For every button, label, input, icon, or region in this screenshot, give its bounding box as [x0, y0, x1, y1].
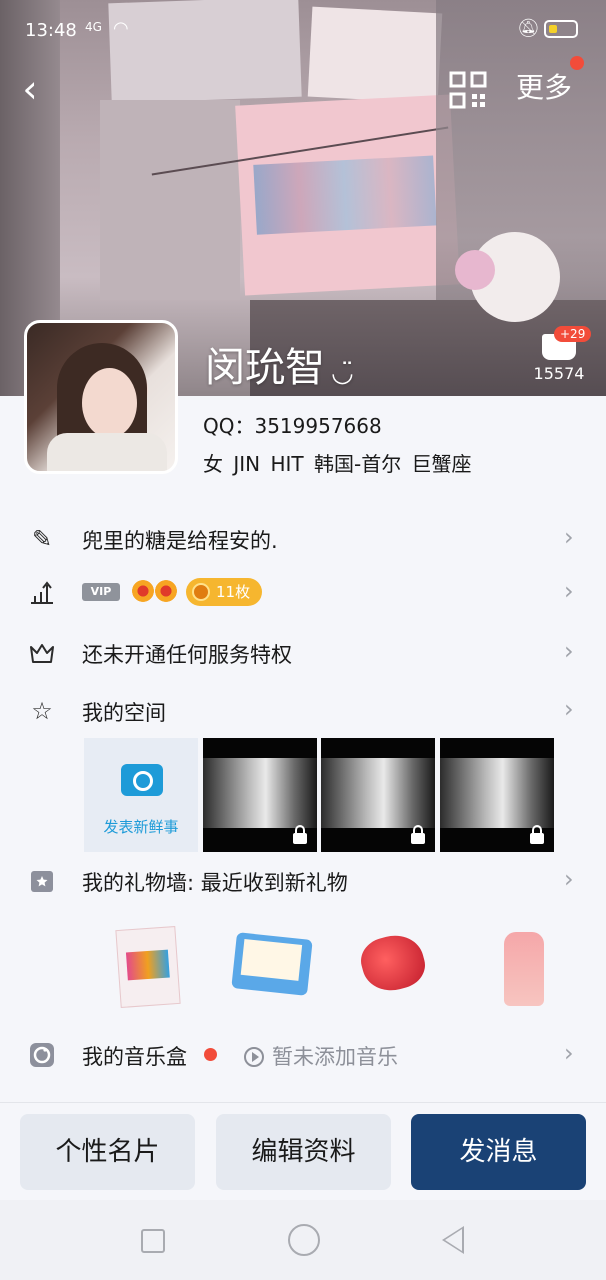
cover-poster-group: [253, 155, 437, 235]
space-thumbnails: 发表新鲜事: [84, 738, 556, 852]
play-icon: [244, 1047, 264, 1067]
coin-icon: [192, 583, 210, 601]
like-counter[interactable]: +29 15574: [526, 326, 592, 383]
qq-number[interactable]: QQ：3519957668: [203, 410, 382, 439]
space-photo[interactable]: [440, 738, 554, 852]
gift-image: [231, 932, 313, 996]
nav-back-icon[interactable]: [442, 1226, 464, 1254]
space-photo[interactable]: [321, 738, 435, 852]
signature-row[interactable]: ✎ 兜里的糖是给程安的. ›: [0, 510, 606, 566]
avatar-face: [82, 368, 137, 438]
recent-apps-icon[interactable]: [141, 1229, 165, 1253]
space-label: 我的空间: [82, 701, 166, 725]
sun-level-icon: [155, 580, 177, 602]
qr-code-icon[interactable]: [448, 70, 488, 110]
gift-item-perfume[interactable]: [482, 922, 572, 1012]
system-nav-bar: [0, 1200, 606, 1280]
gift-image: [115, 926, 181, 1008]
avatar-shirt: [47, 433, 167, 471]
personal-card-button[interactable]: 个性名片: [20, 1114, 195, 1190]
photo-image: [203, 758, 317, 828]
avatar[interactable]: [24, 320, 178, 474]
music-empty-status[interactable]: 暂未添加音乐: [244, 1041, 398, 1071]
photo-image: [440, 758, 554, 828]
edit-profile-button[interactable]: 编辑资料: [216, 1114, 391, 1190]
post-new-label: 发表新鲜事: [103, 818, 179, 836]
music-box-label: 我的音乐盒: [82, 1045, 187, 1069]
chevron-right-icon: ›: [564, 523, 574, 551]
post-new-button[interactable]: 发表新鲜事: [84, 738, 198, 852]
space-row[interactable]: ☆ 我的空间 ›: [0, 682, 606, 738]
camera-icon: [121, 764, 163, 796]
more-button[interactable]: 更多: [516, 66, 572, 106]
battery-level: [549, 25, 557, 33]
sun-level-icon: [132, 580, 154, 602]
cover-poster: [235, 94, 460, 296]
chevron-right-icon: ›: [564, 865, 574, 893]
gift-item-birthday-card[interactable]: [110, 922, 200, 1012]
send-message-button[interactable]: 发消息: [411, 1114, 586, 1190]
music-empty-text: 暂未添加音乐: [272, 1045, 398, 1069]
chevron-right-icon: ›: [564, 695, 574, 723]
level-row[interactable]: VIP 11枚 ›: [0, 564, 606, 620]
gift-image: [504, 932, 544, 1006]
chevron-right-icon: ›: [564, 637, 574, 665]
gift-icon: [31, 871, 53, 892]
profile-info: 女 JIN HIT 韩国-首尔 巨蟹座: [203, 452, 472, 476]
music-disc-icon: [30, 1043, 54, 1067]
battery-icon: [544, 20, 578, 38]
home-icon[interactable]: [288, 1224, 320, 1256]
crown-icon: [30, 644, 54, 663]
coin-badge: 11枚: [186, 578, 263, 606]
space-photo[interactable]: [203, 738, 317, 852]
cover-plush-toy: [455, 250, 495, 290]
music-new-dot: [204, 1048, 217, 1061]
gift-item-birthday-book[interactable]: [228, 922, 318, 1012]
music-box-row[interactable]: 我的音乐盒 暂未添加音乐 ›: [0, 1026, 606, 1082]
mute-icon: 🔕︎: [517, 18, 540, 39]
star-icon: ☆: [31, 697, 53, 725]
lock-icon: [411, 825, 425, 844]
wifi-icon: ◠: [113, 18, 129, 39]
cover-poster: [100, 100, 240, 300]
network-indicator: 4G: [85, 20, 102, 34]
nickname: 闵玧智 ◡̈: [205, 335, 354, 393]
vip-badge: VIP: [82, 583, 120, 601]
like-new-badge: +29: [554, 326, 592, 342]
chevron-right-icon: ›: [564, 1039, 574, 1067]
gift-image: [356, 928, 430, 998]
chevron-right-icon: ›: [564, 577, 574, 605]
back-arrow-icon[interactable]: ‹: [10, 64, 50, 114]
gift-wall-label: 我的礼物墙: 最近收到新礼物: [82, 871, 348, 895]
like-count: 15574: [533, 364, 585, 383]
status-bar: 13:48 4G ◠ 🔕︎: [0, 0, 606, 60]
notification-dot: [570, 56, 584, 70]
coin-count: 11枚: [216, 583, 251, 601]
nickname-emoji: ◡̈: [331, 358, 354, 388]
pencil-icon: ✎: [31, 525, 53, 553]
lock-icon: [530, 825, 544, 844]
photo-image: [321, 758, 435, 828]
privilege-text: 还未开通任何服务特权: [82, 643, 292, 667]
lock-icon: [293, 825, 307, 844]
action-bar: 个性名片 编辑资料 发消息: [0, 1102, 606, 1201]
level-chart-icon: [31, 581, 53, 604]
nickname-text: 闵玧智: [205, 345, 325, 391]
gift-wall-row[interactable]: 我的礼物墙: 最近收到新礼物 ›: [0, 852, 606, 908]
status-time: 13:48: [25, 20, 77, 41]
signature-text: 兜里的糖是给程安的.: [82, 529, 278, 553]
privilege-row[interactable]: 还未开通任何服务特权 ›: [0, 624, 606, 680]
gift-item-toy[interactable]: [348, 922, 438, 1012]
